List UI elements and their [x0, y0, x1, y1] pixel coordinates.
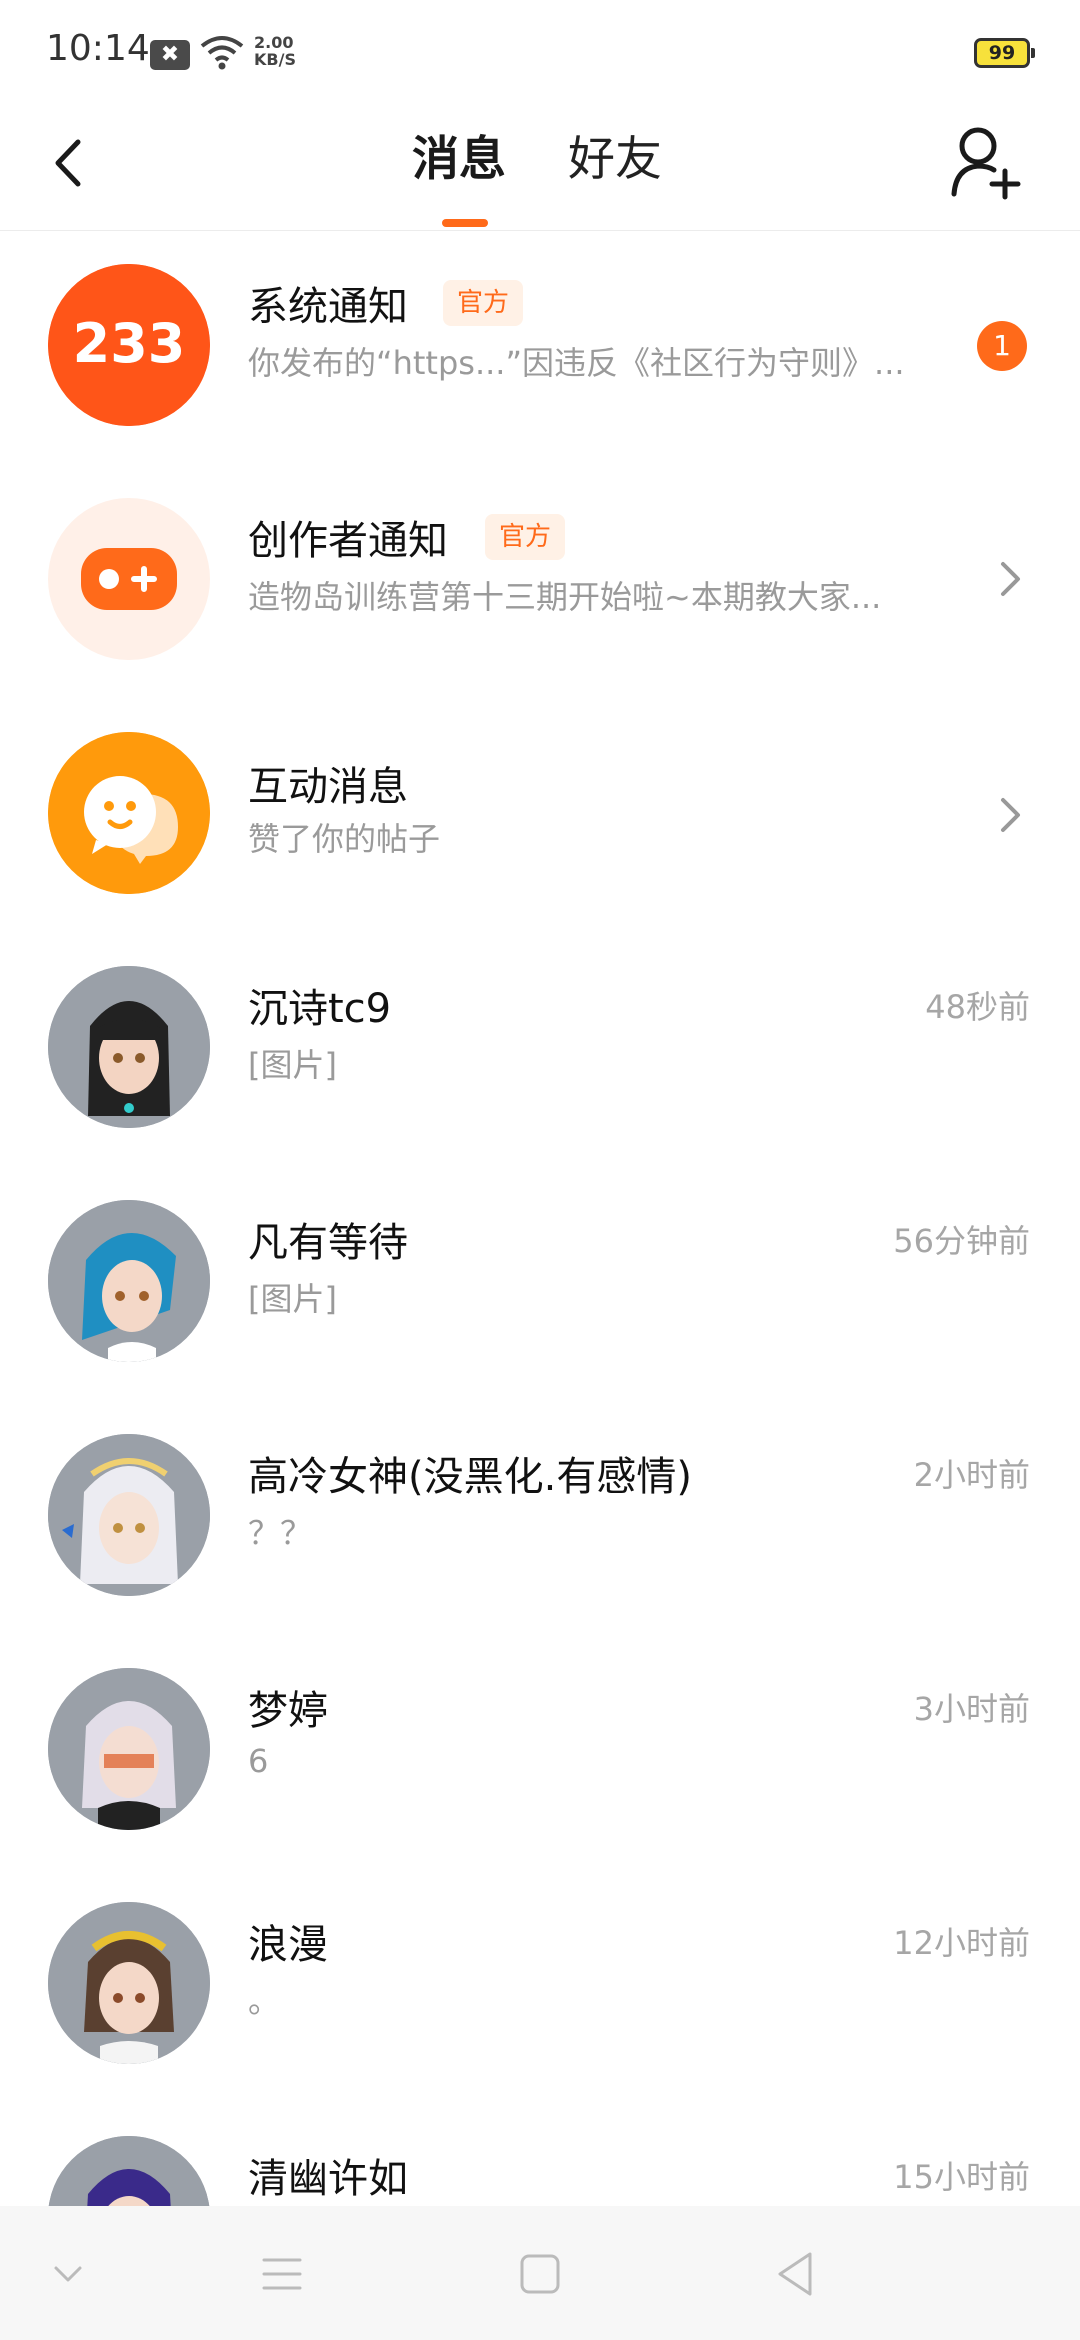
conversation-system-notice[interactable]: 233 系统通知 官方 你发布的“https...”因违反《社区行为守则》...… — [0, 230, 1080, 464]
conversation-name: 系统通知 — [248, 284, 408, 330]
character-avatar-icon — [48, 1434, 210, 1596]
character-avatar-icon — [48, 1902, 210, 2064]
home-square-icon[interactable] — [510, 2244, 570, 2304]
status-time: 10:14 — [46, 28, 150, 69]
conversation-name: 浪漫 — [248, 1922, 328, 1968]
character-avatar-icon — [48, 2136, 210, 2206]
smile-chat-icon — [48, 732, 210, 894]
conversation-preview: [图片] — [248, 1046, 337, 1084]
conversation-time: 48秒前 — [925, 988, 1030, 1026]
conversation-preview: ？？ — [248, 1514, 313, 1552]
chevron-down-icon[interactable] — [38, 2244, 98, 2304]
conversation-name: 互动消息 — [248, 764, 408, 810]
conversation-user[interactable]: 凡有等待 [图片] 56分钟前 — [0, 1166, 1080, 1400]
conversation-preview: 造物岛训练营第十三期开始啦~本期教大家... — [248, 578, 882, 616]
233-logo-icon: 233 — [48, 264, 210, 426]
header: 消息 好友 — [0, 108, 1080, 231]
avatar — [48, 732, 210, 894]
conversation-user[interactable]: 沉诗tc9 [图片] 48秒前 — [0, 932, 1080, 1166]
avatar — [48, 1434, 210, 1596]
conversation-user[interactable]: 梦婷 6 3小时前 — [0, 1634, 1080, 1868]
add-friend-button[interactable] — [948, 124, 1022, 204]
system-nav-bar — [0, 2206, 1080, 2340]
tab-messages[interactable]: 消息 — [412, 120, 506, 189]
character-avatar-icon — [48, 1200, 210, 1362]
conversation-preview: [图片] — [248, 1280, 337, 1318]
conversation-creator-notice[interactable]: 创作者通知 官方 造物岛训练营第十三期开始啦~本期教大家... — [0, 464, 1080, 698]
character-avatar-icon — [48, 1668, 210, 1830]
wifi-icon — [200, 36, 244, 70]
conversation-time: 56分钟前 — [893, 1222, 1030, 1260]
net-speed-value: 2.00 — [254, 33, 294, 52]
chevron-right-icon — [1001, 798, 1020, 832]
back-button[interactable] — [40, 128, 100, 198]
conversation-preview: 赞了你的帖子 — [248, 820, 441, 858]
conversation-name: 沉诗tc9 — [248, 986, 392, 1032]
conversation-name: 创作者通知 — [248, 518, 448, 564]
conversation-interactions[interactable]: 互动消息 赞了你的帖子 — [0, 698, 1080, 932]
character-avatar-icon — [48, 966, 210, 1128]
official-badge: 官方 — [485, 514, 566, 560]
conversation-name: 凡有等待 — [248, 1220, 408, 1266]
conversation-name: 清幽许如 — [248, 2156, 408, 2202]
status-bar: 10:14 ✖ 2.00 KB/S 99 — [0, 0, 1080, 108]
net-speed-unit: KB/S — [254, 50, 296, 69]
chevron-right-icon — [1001, 562, 1020, 596]
conversation-time: 15小时前 — [893, 2158, 1030, 2196]
notification-icon: ✖ — [150, 40, 190, 70]
back-triangle-icon[interactable] — [766, 2244, 826, 2304]
conversation-user[interactable]: 高冷女神(没黑化.有感情) ？？ 2小时前 — [0, 1400, 1080, 1634]
svg-text:233: 233 — [73, 312, 186, 375]
menu-icon[interactable] — [252, 2244, 312, 2304]
net-speed: 2.00 KB/S — [254, 34, 296, 68]
avatar — [48, 2136, 210, 2206]
tab-friends[interactable]: 好友 — [568, 120, 662, 189]
conversation-time: 12小时前 — [893, 1924, 1030, 1962]
conversation-preview: 你发布的“https...”因违反《社区行为守则》... — [248, 344, 905, 382]
chevron-left-icon — [55, 139, 81, 187]
conversation-time: 3小时前 — [913, 1690, 1030, 1728]
unread-count-badge: 1 — [977, 321, 1027, 371]
conversation-list: 233 系统通知 官方 你发布的“https...”因违反《社区行为守则》...… — [0, 230, 1080, 2206]
conversation-preview: 。 — [248, 1982, 281, 2020]
avatar — [48, 498, 210, 660]
avatar — [48, 1902, 210, 2064]
avatar — [48, 1200, 210, 1362]
conversation-preview: 6 — [248, 1742, 269, 1780]
avatar: 233 — [48, 264, 210, 426]
conversation-user[interactable]: 清幽许如 15小时前 — [0, 2102, 1080, 2206]
avatar — [48, 966, 210, 1128]
official-badge: 官方 — [443, 280, 524, 326]
tab-indicator — [442, 219, 488, 227]
conversation-name: 梦婷 — [248, 1688, 328, 1734]
conversation-name: 高冷女神(没黑化.有感情) — [248, 1454, 692, 1500]
conversation-user[interactable]: 浪漫 。 12小时前 — [0, 1868, 1080, 2102]
gamepad-icon — [81, 548, 177, 610]
conversation-time: 2小时前 — [913, 1456, 1030, 1494]
add-user-icon — [951, 127, 1021, 200]
avatar — [48, 1668, 210, 1830]
battery-icon: 99 — [974, 38, 1035, 68]
